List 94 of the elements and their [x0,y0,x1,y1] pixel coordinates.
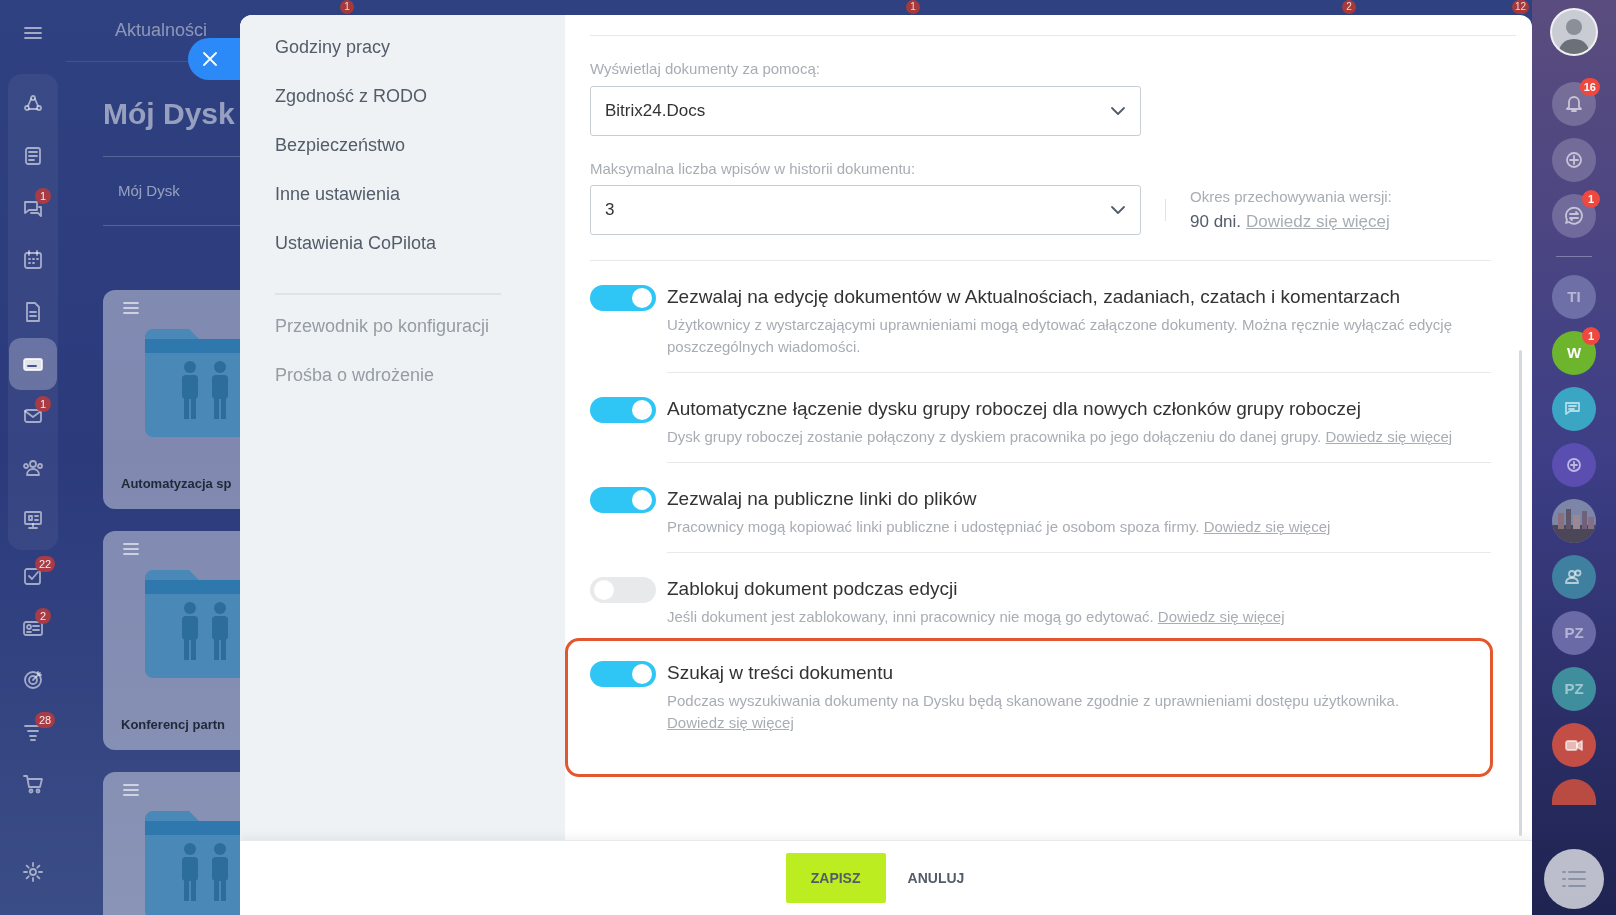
setting-description: Użytkownicy z wystarczającymi uprawnieniami mogą edytować załączone dokumenty. Można ręcznie wyłączać edycję poszczególnych wiadomości. [667,316,1453,355]
save-button[interactable]: ZAPISZ [785,853,886,903]
page-title: Mój Dysk [103,96,236,132]
notification-badge: 2 [35,608,51,624]
menu-link[interactable]: Ustawienia CoPilota [275,228,565,277]
nav-item[interactable]: 2 [9,602,57,654]
folder-name: Konferencj partn [121,715,225,734]
setting-description: Dysk grupy roboczej zostanie połączony z dyskiem pracownika po jego dołączeniu do danej grupy. [667,428,1322,445]
nav-item[interactable]: 1 [9,182,57,234]
nav-item[interactable]: 28 [9,706,57,758]
chevron-down-icon [1110,205,1126,215]
setting-title: Automatyczne łączenie dysku grupy roboczej dla nowych członków grupy roboczej [667,397,1362,421]
field-label: Wyświetlaj dokumenty za pomocą: [590,59,821,79]
avatar-initials: W [1566,342,1582,363]
menu-link[interactable]: Zgodność z RODO [275,81,565,130]
rail-button[interactable] [1552,443,1596,487]
toggle-switch[interactable] [590,285,656,311]
toggle-switch[interactable] [590,397,656,423]
learn-more-link[interactable]: Dowiedz się więcej [667,712,794,734]
chevron-down-icon [1110,105,1126,116]
avatar-initials: TI [1567,286,1581,307]
notification-badge: 1 [1582,190,1600,208]
nav-item[interactable] [9,338,57,390]
avatar-initials: PZ [1564,678,1584,699]
learn-more-link[interactable]: Dowiedz się więcej [1246,208,1390,234]
select-field[interactable]: Bitrix24.Docs [590,85,1141,136]
rail-button[interactable] [1552,138,1596,182]
notification-badge: 16 [1579,78,1600,96]
retention-label: Okres przechowywania wersji: [1190,187,1392,207]
learn-more-link[interactable]: Dowiedz się więcej [1157,606,1285,628]
newspaper-icon [22,145,44,167]
notification-badge: 1 [35,396,51,412]
menu-button[interactable] [1544,849,1604,909]
shared-folder-icon [145,570,240,678]
board-icon [22,509,44,531]
rail-button[interactable] [1552,723,1596,767]
folder-name: Automatyzacja sp [121,474,232,493]
notification-badge: 1 [1582,327,1600,345]
drag-handle-icon [123,302,139,314]
shared-folder-icon [145,329,240,437]
menu-link[interactable]: Prośba o wdrożenie [275,360,565,409]
select-value: Bitrix24.Docs [605,99,706,122]
setting-title: Zezwalaj na publiczne linki do plików [667,487,978,511]
rail-button[interactable] [1552,387,1596,431]
menu-link[interactable]: Przewodnik po konfiguracji [275,311,565,360]
people-icon [22,457,44,479]
settings-icon [22,861,44,883]
notification-badge: 28 [35,712,56,728]
toggle-switch[interactable] [590,661,656,687]
chat-avatar[interactable]: TI [1552,275,1596,319]
notification-badge: 1 [35,188,51,204]
close-button[interactable] [188,38,240,80]
chat-avatar[interactable]: PZ [1552,611,1596,655]
notification-badge: 2 [1342,0,1356,14]
notification-badge: 1 [906,0,920,14]
cancel-button[interactable]: ANULUJ [905,853,967,903]
cart-icon [22,773,44,795]
chat-icon [1562,204,1586,228]
setting-description: Podczas wyszukiwania dokumenty na Dysku będą skanowane zgodnie z uprawnieniami dostępu użytkownika. [667,692,1400,709]
nav-item[interactable]: 22 [9,550,57,602]
toggle-switch[interactable] [590,487,656,513]
setting-description: Jeśli dokument jest zablokowany, inni pracownicy nie mogą go edytować. [667,608,1154,625]
avatar[interactable] [1550,8,1598,56]
rail-button[interactable] [1552,555,1596,599]
drag-handle-icon [123,784,139,796]
setting-title: Szukaj w treści dokumentu [667,661,894,685]
notification-badge: 1 [340,0,354,14]
target-icon [22,669,44,691]
scrollbar-thumb[interactable] [1519,350,1522,836]
select-field[interactable]: 3 [590,185,1141,235]
field-label: Maksymalna liczba wpisów w historii dokumentu: [590,158,917,179]
setting-description: Pracownicy mogą kopiować linki publiczne i udostępniać je osobom spoza firmy. [667,518,1200,535]
menu-icon [1561,869,1587,889]
setting-title: Zezwalaj na edycję dokumentów w Aktualnościach, zadaniach, czatach i komentarzach [667,285,1401,309]
drag-handle-icon [123,543,139,555]
menu-link[interactable]: Godziny pracy [275,32,565,81]
menu-link[interactable]: Bezpieczeństwo [275,130,565,179]
learn-more-link[interactable]: Dowiedz się więcej [1203,516,1331,538]
menu-link[interactable]: Inne ustawienia [275,179,565,228]
toggle-switch[interactable] [590,577,656,603]
shared-folder-icon [145,811,240,915]
breadcrumb-link[interactable]: Aktualności [115,17,208,44]
setting-title: Zablokuj dokument podczas edycji [667,577,959,601]
nav-item[interactable]: 1 [9,390,57,442]
folder-tab[interactable]: Mój Dysk [118,179,180,203]
notification-badge: 22 [35,556,56,572]
select-value: 3 [605,199,615,222]
calendar-icon [22,249,44,271]
retention-value: 90 dni. [1190,210,1242,233]
notification-badge: 12 [1512,0,1530,14]
close-icon [202,51,218,67]
learn-more-link[interactable]: Dowiedz się więcej [1325,426,1453,448]
avatar-initials: PZ [1564,622,1584,643]
chat-avatar[interactable] [1552,779,1596,805]
